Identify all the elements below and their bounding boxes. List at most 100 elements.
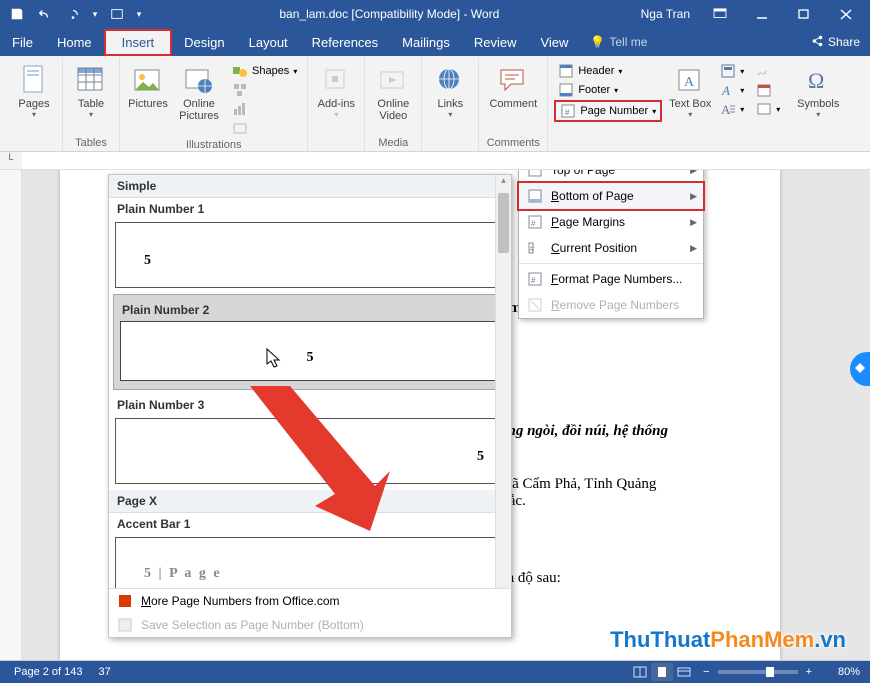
signature-line-button[interactable] bbox=[752, 62, 784, 80]
menu-remove-page-numbers: Remove Page Numbers bbox=[519, 292, 703, 318]
tell-me-search[interactable]: 💡 Tell me bbox=[580, 29, 657, 55]
tab-home[interactable]: Home bbox=[45, 29, 104, 56]
maximize-button[interactable] bbox=[784, 1, 824, 27]
close-button[interactable] bbox=[826, 1, 866, 27]
date-time-button[interactable] bbox=[752, 81, 784, 99]
gallery-section-pagex: Page X bbox=[109, 490, 511, 513]
qat-more-button[interactable]: ▾ bbox=[88, 3, 102, 25]
gallery-item-plain2-label: Plain Number 2 bbox=[114, 299, 506, 319]
zoom-out-button[interactable]: − bbox=[699, 666, 713, 678]
status-page[interactable]: Page 2 of 143 bbox=[6, 666, 91, 678]
ribbon-display-button[interactable] bbox=[700, 1, 740, 27]
gallery-section-simple: Simple bbox=[109, 175, 511, 198]
zoom-in-button[interactable]: + bbox=[802, 666, 816, 678]
comment-button[interactable]: Comment bbox=[485, 62, 541, 110]
save-button[interactable] bbox=[4, 3, 30, 25]
pictures-button[interactable]: Pictures bbox=[126, 62, 170, 110]
svg-text:#: # bbox=[531, 276, 536, 285]
bottom-of-page-icon bbox=[527, 188, 543, 204]
gallery-item-plain3-label: Plain Number 3 bbox=[109, 394, 511, 416]
title-bar: ▾ ▾ ban_lam.doc [Compatibility Mode] - W… bbox=[0, 0, 870, 28]
chart-button[interactable] bbox=[228, 100, 301, 118]
share-button[interactable]: Share bbox=[800, 28, 870, 57]
document-area[interactable]: tâm mỏ than Mông Dương từm. nô ể, sông n… bbox=[0, 170, 870, 661]
smartart-button[interactable] bbox=[228, 81, 301, 99]
pages-button[interactable]: Pages ▾ bbox=[12, 62, 56, 119]
menu-format-page-numbers[interactable]: # Format Page Numbers... bbox=[519, 266, 703, 292]
page-number-menu: Top of Page ▶ Bottom of Page ▶ # Page Ma… bbox=[518, 170, 704, 319]
menu-page-margins[interactable]: # Page Margins ▶ bbox=[519, 209, 703, 235]
gallery-item-plain3[interactable]: 5 bbox=[115, 418, 505, 484]
qat-customize-button[interactable]: ▾ bbox=[132, 3, 146, 25]
group-media-label: Media bbox=[371, 135, 415, 151]
gallery-more-from-office[interactable]: More Page Numbers from Office.com bbox=[109, 589, 511, 613]
quick-parts-button[interactable]: ▾ bbox=[716, 62, 748, 80]
svg-text:A: A bbox=[721, 102, 731, 117]
status-words[interactable]: 37 bbox=[91, 666, 119, 678]
addins-button[interactable]: Add-ins ▾ bbox=[314, 62, 358, 119]
svg-text:A: A bbox=[721, 83, 730, 98]
zoom-slider[interactable] bbox=[718, 670, 798, 674]
top-of-page-icon bbox=[527, 170, 543, 178]
group-tables-label: Tables bbox=[69, 135, 113, 151]
horizontal-ruler[interactable]: L bbox=[0, 152, 870, 170]
gallery-item-plain2[interactable]: Plain Number 2 5 bbox=[113, 294, 507, 390]
tab-review[interactable]: Review bbox=[462, 29, 529, 56]
group-comments-label: Comments bbox=[485, 135, 541, 151]
addins-icon bbox=[320, 64, 352, 96]
minimize-button[interactable] bbox=[742, 1, 782, 27]
gallery-item-plain1[interactable]: 5 bbox=[115, 222, 505, 288]
page-number-button[interactable]: # Page Number▾ bbox=[554, 100, 662, 122]
undo-button[interactable] bbox=[32, 3, 58, 25]
gallery-scrollbar[interactable]: ▴ ▾ bbox=[495, 175, 511, 601]
online-pictures-button[interactable]: Online Pictures bbox=[174, 62, 224, 122]
user-name[interactable]: Nga Tran bbox=[633, 7, 698, 21]
svg-text:Ω: Ω bbox=[808, 68, 824, 93]
read-mode-button[interactable] bbox=[629, 663, 651, 681]
online-video-button[interactable]: Online Video bbox=[371, 62, 415, 122]
drop-cap-button[interactable]: A▾ bbox=[716, 100, 748, 118]
print-layout-button[interactable] bbox=[651, 663, 673, 681]
watermark: ThuThuatPhanMem.vn bbox=[610, 627, 846, 653]
tab-design[interactable]: Design bbox=[172, 29, 236, 56]
touch-mode-button[interactable] bbox=[104, 3, 130, 25]
links-button[interactable]: Links ▾ bbox=[428, 62, 472, 119]
tab-file[interactable]: File bbox=[0, 29, 45, 56]
ruler-corner: L bbox=[0, 152, 22, 169]
gallery-item-plain1-label: Plain Number 1 bbox=[109, 198, 511, 220]
tab-references[interactable]: References bbox=[300, 29, 390, 56]
text-box-button[interactable]: A Text Box ▾ bbox=[668, 62, 712, 119]
shapes-button[interactable]: Shapes ▾ bbox=[228, 62, 301, 80]
gallery-scroll-thumb[interactable] bbox=[498, 193, 509, 253]
footer-button[interactable]: Footer▾ bbox=[554, 81, 662, 99]
tab-insert[interactable]: Insert bbox=[104, 29, 173, 56]
zoom-percent[interactable]: 80% bbox=[820, 666, 860, 678]
tab-layout[interactable]: Layout bbox=[237, 29, 300, 56]
page-number-gallery: Simple Plain Number 1 5 Plain Number 2 5… bbox=[108, 174, 512, 638]
share-icon bbox=[810, 34, 824, 51]
svg-text:#: # bbox=[531, 219, 536, 228]
text-box-icon: A bbox=[674, 64, 706, 96]
menu-bottom-of-page[interactable]: Bottom of Page ▶ bbox=[519, 183, 703, 209]
ribbon: Pages ▾ Table ▾ Tables Pictures Online P… bbox=[0, 56, 870, 152]
screenshot-button[interactable] bbox=[228, 119, 301, 137]
wordart-button[interactable]: A▾ bbox=[716, 81, 748, 99]
submenu-arrow-icon: ▶ bbox=[690, 243, 697, 254]
online-video-icon bbox=[377, 64, 409, 96]
redo-button[interactable] bbox=[60, 3, 86, 25]
status-bar: Page 2 of 143 37 − + 80% bbox=[0, 661, 870, 683]
vertical-ruler[interactable] bbox=[0, 170, 22, 660]
lightbulb-icon: 💡 bbox=[590, 35, 605, 49]
object-button[interactable]: ▾ bbox=[752, 100, 784, 118]
header-button[interactable]: Header▾ bbox=[554, 62, 662, 80]
object-icon bbox=[756, 101, 772, 117]
table-button[interactable]: Table ▾ bbox=[69, 62, 113, 119]
tab-view[interactable]: View bbox=[528, 29, 580, 56]
window-title: ban_lam.doc [Compatibility Mode] - Word bbox=[146, 7, 633, 21]
web-layout-button[interactable] bbox=[673, 663, 695, 681]
menu-top-of-page[interactable]: Top of Page ▶ bbox=[519, 170, 703, 183]
tab-mailings[interactable]: Mailings bbox=[390, 29, 462, 56]
format-numbers-icon: # bbox=[527, 271, 543, 287]
symbols-button[interactable]: Ω Symbols ▾ bbox=[796, 62, 840, 119]
menu-current-position[interactable]: # Current Position ▶ bbox=[519, 235, 703, 261]
